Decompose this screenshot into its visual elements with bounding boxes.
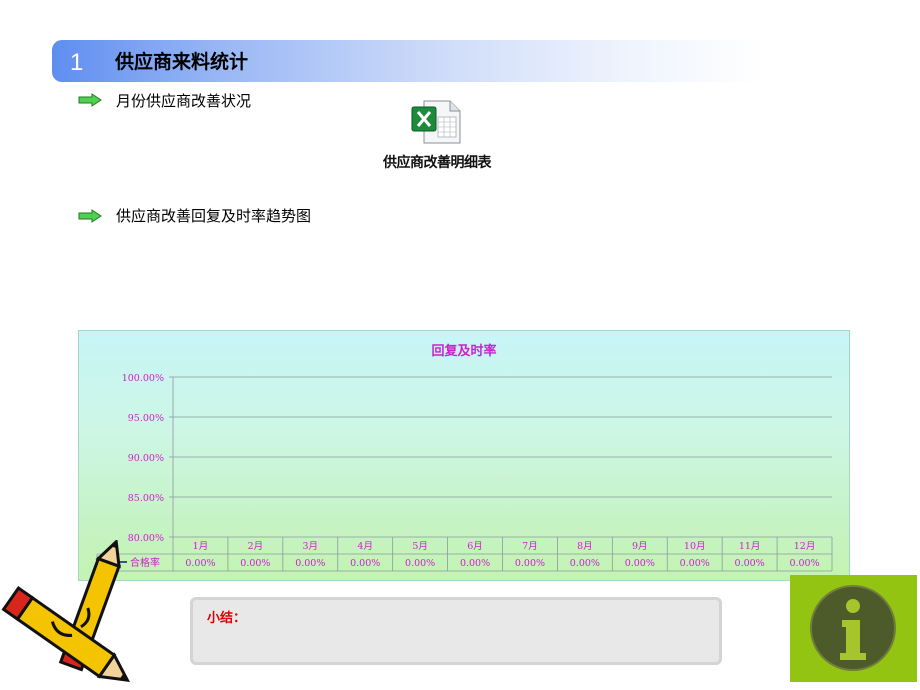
green-arrow-icon: [78, 209, 102, 223]
table-value-cell: 0.00%: [789, 558, 819, 569]
chart-title: 回复及时率: [431, 343, 496, 359]
table-value-cell: 0.00%: [460, 558, 490, 569]
summary-box[interactable]: 小结：: [190, 597, 722, 665]
reply-rate-chart: 回复及时率 100.00% 95.00% 90.00% 85.00% 80.00% 1月 2月…: [78, 330, 850, 581]
y-tick-label: 90.00%: [128, 453, 164, 464]
bullet-monthly-improvement: 月份供应商改善状况: [116, 92, 252, 110]
green-arrow-icon: [78, 93, 102, 107]
table-value-cell: 0.00%: [405, 558, 435, 569]
x-category-label: 12月: [794, 541, 816, 552]
x-category-label: 10月: [684, 541, 706, 552]
x-category-label: 1月: [193, 541, 209, 552]
info-icon: [810, 585, 896, 671]
x-category-label: 9月: [632, 541, 648, 552]
chart-canvas: 回复及时率100.00%95.00%90.00%85.00%80.00%1月 2月…: [96, 343, 833, 572]
x-category-label: 5月: [412, 541, 428, 552]
section-title: 供应商来料统计: [115, 51, 249, 73]
embedded-file-label[interactable]: 供应商改善明细表: [372, 152, 502, 172]
x-category-label: 2月: [248, 541, 264, 552]
x-category-label: 11月: [739, 541, 761, 552]
summary-label: 小结：: [207, 611, 247, 626]
pencils-clipart: [1, 540, 131, 683]
table-value-cell: 0.00%: [570, 558, 600, 569]
excel-file-icon[interactable]: [410, 99, 462, 145]
x-category-label: 6月: [467, 541, 483, 552]
y-tick-label: 85.00%: [128, 493, 164, 504]
table-value-cell: 0.00%: [350, 558, 380, 569]
y-tick-label: 100.00%: [122, 373, 164, 384]
bullet-reply-rate-trend: 供应商改善回复及时率趋势图: [116, 207, 312, 225]
x-category-label: 4月: [357, 541, 373, 552]
section-number: 1: [70, 49, 84, 76]
table-value-cell: 0.00%: [625, 558, 655, 569]
table-value-cell: 0.00%: [515, 558, 545, 569]
x-category-label: 3月: [303, 541, 319, 552]
x-category-label: 8月: [577, 541, 593, 552]
table-value-cell: 0.00%: [735, 558, 765, 569]
table-value-cell: 0.00%: [295, 558, 325, 569]
table-value-cell: 0.00%: [680, 558, 710, 569]
y-tick-label: 95.00%: [128, 413, 164, 424]
table-value-cell: 0.00%: [240, 558, 270, 569]
x-category-label: 7月: [522, 541, 538, 552]
info-panel: [790, 575, 917, 682]
